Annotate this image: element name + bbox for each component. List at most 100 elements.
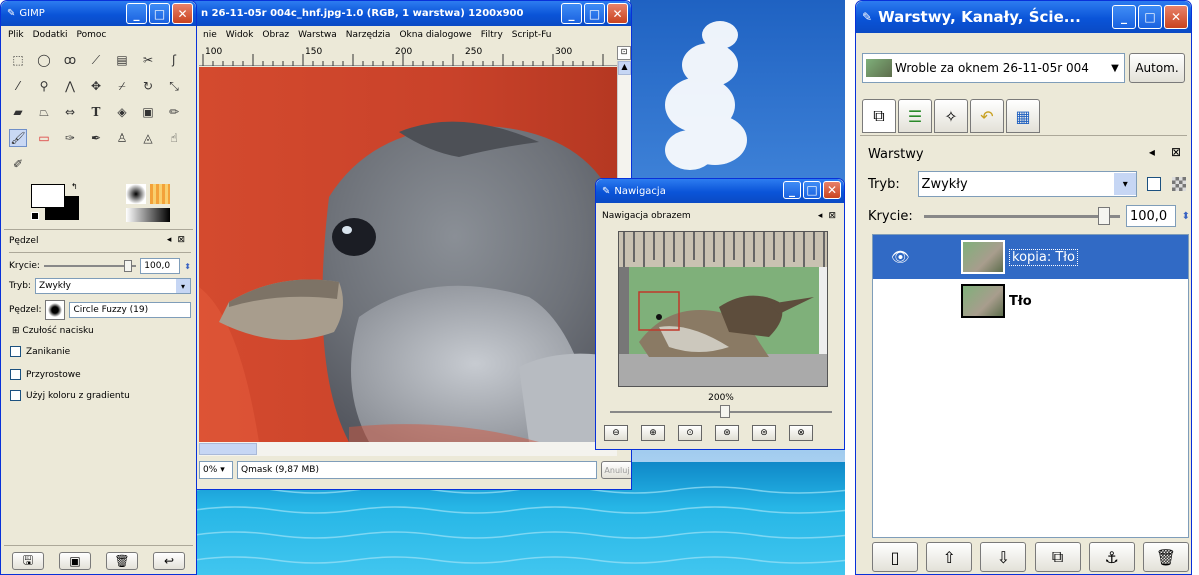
- raise-layer-icon[interactable]: ⇧: [926, 542, 973, 572]
- panel-menu-icon[interactable]: ◂: [818, 211, 823, 221]
- menu-item[interactable]: Warstwa: [298, 30, 337, 40]
- layers-window[interactable]: ✎ Warstwy, Kanały, Ście... _ □ ✕ Wroble …: [855, 0, 1192, 575]
- undo-tab-icon[interactable]: ↶: [970, 99, 1004, 133]
- image-canvas[interactable]: [199, 67, 617, 442]
- minimize-icon[interactable]: _: [783, 181, 801, 199]
- menu-item[interactable]: nie: [203, 30, 217, 40]
- color-select-icon[interactable]: ▤: [113, 51, 131, 69]
- spin-icon[interactable]: ⬍: [1182, 211, 1190, 222]
- opacity-slider[interactable]: [43, 260, 137, 272]
- gimp-toolbox[interactable]: ✎ GIMP _ □ ✕ Plik Dodatki Pomoc ⬚ ◯ ꝏ ⟋ …: [0, 0, 197, 575]
- layer-row[interactable]: Tło: [873, 279, 1188, 323]
- toolbox-titlebar[interactable]: ✎ GIMP _ □ ✕: [1, 1, 196, 26]
- menu-plik[interactable]: Plik: [8, 30, 24, 40]
- close-icon[interactable]: ✕: [1164, 5, 1188, 29]
- default-colors-icon[interactable]: [31, 212, 39, 220]
- panel-close-icon[interactable]: ⊠: [1171, 145, 1181, 159]
- rotate-icon[interactable]: ↻: [139, 77, 157, 95]
- brush-pattern-gradient[interactable]: [126, 184, 176, 224]
- scale-icon[interactable]: ⤡: [165, 77, 183, 95]
- flip-icon[interactable]: ⇔: [61, 103, 79, 121]
- minimize-icon[interactable]: _: [126, 3, 147, 24]
- zoom-in-icon[interactable]: ⊕: [641, 425, 665, 441]
- menu-pomoc[interactable]: Pomoc: [77, 30, 107, 40]
- auto-button[interactable]: Autom.: [1129, 53, 1185, 83]
- zoom-100-icon[interactable]: ⊙: [678, 425, 702, 441]
- delete-layer-icon[interactable]: 🗑: [1142, 542, 1189, 572]
- blend-icon[interactable]: ▣: [139, 103, 157, 121]
- pressure-expander[interactable]: ⊞ Czułość nacisku: [12, 326, 94, 336]
- layer-name[interactable]: kopia: Tło: [1009, 248, 1078, 266]
- shear-icon[interactable]: ▰: [9, 103, 27, 121]
- menu-item[interactable]: Filtry: [481, 30, 503, 40]
- eye-icon[interactable]: 👁: [891, 248, 910, 266]
- menu-item[interactable]: Okna dialogowe: [399, 30, 471, 40]
- close-icon[interactable]: ✕: [607, 3, 628, 24]
- cancel-button[interactable]: Anuluj: [601, 461, 631, 479]
- keep-transparency-checkbox[interactable]: [1147, 177, 1162, 191]
- bucket-fill-icon[interactable]: ◈: [113, 103, 131, 121]
- mode-select[interactable]: Zwykły ▾: [34, 278, 191, 294]
- paintbrush-icon[interactable]: 🖌: [9, 129, 27, 147]
- zoom-fill-icon[interactable]: ⊜: [752, 425, 776, 441]
- shrink-wrap-icon[interactable]: ⊗: [789, 425, 813, 441]
- menu-item[interactable]: Obraz: [262, 30, 289, 40]
- minimize-icon[interactable]: _: [561, 3, 582, 24]
- maximize-icon[interactable]: □: [149, 3, 170, 24]
- panel-close-icon[interactable]: ⊠: [828, 211, 836, 221]
- layers-list[interactable]: 👁 kopia: Tło Tło: [872, 234, 1189, 538]
- lower-layer-icon[interactable]: ⇩: [980, 542, 1027, 572]
- text-icon[interactable]: T: [87, 103, 105, 121]
- reset-options-icon[interactable]: ↩: [153, 552, 185, 570]
- layer-opacity-input[interactable]: 100,0: [1125, 205, 1176, 227]
- navigation-zoom-slider[interactable]: [610, 405, 832, 418]
- image-window[interactable]: n 26-11-05r 004c_hnf.jpg-1.0 (RGB, 1 war…: [180, 0, 632, 490]
- pencil-icon[interactable]: ✏: [165, 103, 183, 121]
- swap-colors-icon[interactable]: ↰: [71, 182, 78, 191]
- panel-menu-icon[interactable]: ◂: [1149, 145, 1155, 159]
- color-picker-icon[interactable]: ⁄: [9, 77, 27, 95]
- scissors-icon[interactable]: ✂: [139, 51, 157, 69]
- fg-bg-colors[interactable]: ↰: [31, 182, 81, 222]
- smudge-icon[interactable]: ☝: [165, 129, 183, 147]
- incremental-checkbox[interactable]: Przyrostowe: [10, 369, 81, 380]
- layer-name[interactable]: Tło: [1009, 294, 1032, 309]
- eraser-icon[interactable]: ▭: [35, 129, 53, 147]
- brush-preview[interactable]: [45, 300, 66, 320]
- move-icon[interactable]: ✥: [87, 77, 105, 95]
- close-icon[interactable]: ✕: [172, 3, 193, 24]
- maximize-icon[interactable]: □: [584, 3, 605, 24]
- horizontal-scrollbar[interactable]: [199, 442, 617, 456]
- zoom-out-icon[interactable]: ⊖: [604, 425, 628, 441]
- menu-item[interactable]: Script-Fu: [512, 30, 552, 40]
- ink-icon[interactable]: ✒: [87, 129, 105, 147]
- spin-icon[interactable]: ⬍: [184, 262, 191, 271]
- paths-icon[interactable]: ʃ: [165, 51, 183, 69]
- minimize-icon[interactable]: _: [1112, 5, 1136, 29]
- airbrush-icon[interactable]: ✑: [61, 129, 79, 147]
- anchor-layer-icon[interactable]: ⚓: [1088, 542, 1135, 572]
- zoom-icon[interactable]: ⚲: [35, 77, 53, 95]
- perspective-icon[interactable]: ⏢: [35, 103, 53, 121]
- rect-select-icon[interactable]: ⬚: [9, 51, 27, 69]
- clone-icon[interactable]: ♙: [113, 129, 131, 147]
- crop-icon[interactable]: ⌿: [113, 77, 131, 95]
- menu-dodatki[interactable]: Dodatki: [33, 30, 68, 40]
- zoom-fit-icon[interactable]: ⊛: [715, 425, 739, 441]
- menu-item[interactable]: Narzędzia: [346, 30, 391, 40]
- panel-close-icon[interactable]: ⊠: [177, 235, 185, 245]
- panel-menu-icon[interactable]: ◂: [167, 235, 172, 245]
- paths-tab-icon[interactable]: ✧: [934, 99, 968, 133]
- layer-mode-select[interactable]: Zwykły ▾: [917, 171, 1138, 197]
- fuzzy-select-icon[interactable]: ⟋: [87, 51, 105, 69]
- new-layer-icon[interactable]: ▯: [872, 542, 918, 572]
- navigate-corner-icon[interactable]: ⊡: [617, 46, 631, 60]
- opacity-input[interactable]: 100,0: [140, 258, 181, 274]
- measure-icon[interactable]: ⋀: [61, 77, 79, 95]
- close-icon[interactable]: ✕: [823, 181, 841, 199]
- navigation-window[interactable]: ✎ Nawigacja _ □ ✕ Nawigacja obrazem ◂ ⊠: [595, 178, 845, 450]
- maximize-icon[interactable]: □: [803, 181, 821, 199]
- histogram-tab-icon[interactable]: ▦: [1006, 99, 1040, 133]
- lasso-icon[interactable]: ꝏ: [61, 51, 79, 69]
- duplicate-layer-icon[interactable]: ⧉: [1034, 542, 1081, 572]
